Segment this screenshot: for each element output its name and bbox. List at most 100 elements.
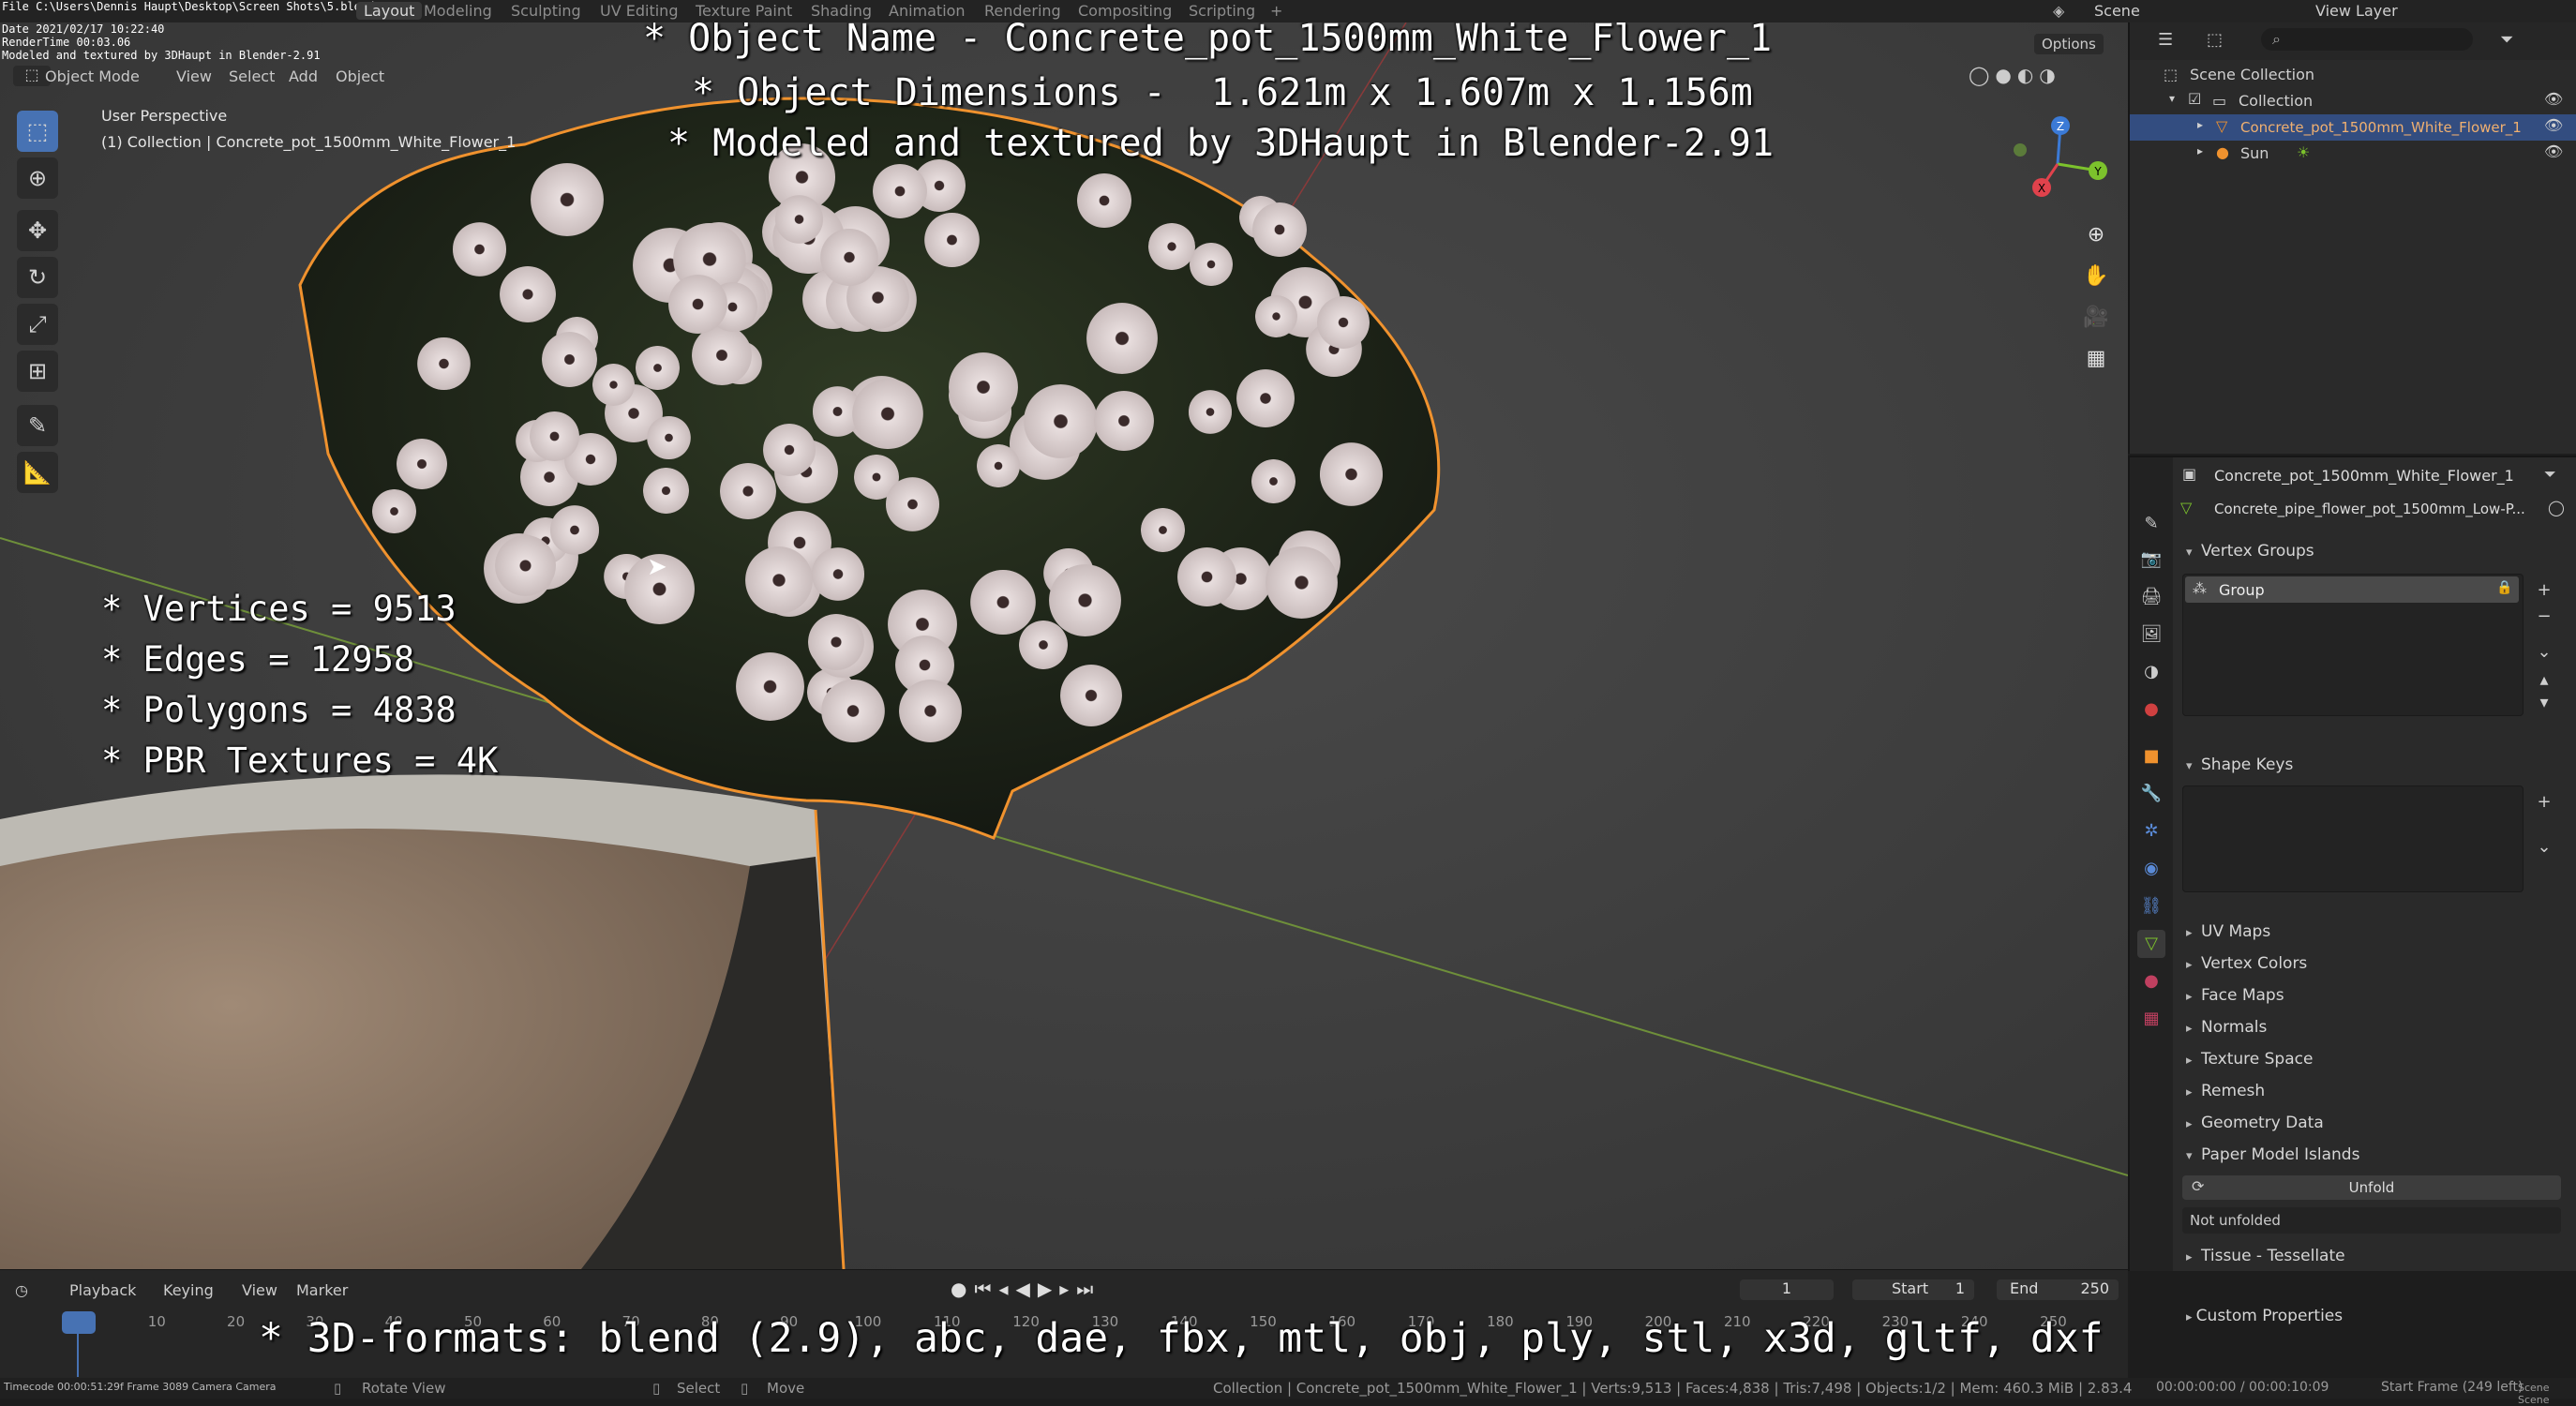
rotate-tool-icon[interactable]: ↻ bbox=[17, 257, 58, 298]
tissue-panel-header[interactable]: ▸ Tissue - Tessellate bbox=[2186, 1247, 2345, 1265]
playhead[interactable] bbox=[62, 1311, 96, 1334]
start-frame-field[interactable]: Start 1 bbox=[1852, 1279, 1974, 1300]
modifier-tab-icon[interactable]: 🔧 bbox=[2137, 780, 2165, 808]
outliner-search-input[interactable]: ⌕ bbox=[2261, 28, 2473, 51]
outliner-row-object[interactable]: ▸ ▽ Concrete_pot_1500mm_White_Flower_1 👁 bbox=[2130, 114, 2576, 141]
view-layer-tab-icon[interactable]: 🖼 bbox=[2137, 621, 2165, 649]
tab-uv-editing[interactable]: UV Editing bbox=[600, 2, 678, 20]
cursor-tool-icon[interactable]: ⊕ bbox=[17, 157, 58, 199]
object-tab-icon[interactable]: ■ bbox=[2137, 742, 2165, 770]
3d-viewport[interactable]: ⬚ Object Mode View Select Add Object Opt… bbox=[0, 22, 2128, 1269]
material-tab-icon[interactable]: ● bbox=[2137, 967, 2165, 995]
mesh-data-tab-icon[interactable]: ▽ bbox=[2137, 930, 2165, 958]
add-workspace-button[interactable]: + bbox=[1270, 2, 1282, 20]
expand-arrow-icon[interactable]: ▾ bbox=[2169, 92, 2175, 105]
outliner-editor-icon[interactable]: ☰ bbox=[2158, 30, 2173, 50]
render-tab-icon[interactable]: 📷 bbox=[2137, 546, 2165, 574]
lock-icon[interactable]: 🔒 bbox=[2496, 580, 2512, 595]
texture-space-panel-header[interactable]: ▸ Texture Space bbox=[2186, 1050, 2313, 1069]
menu-timeline-view[interactable]: View bbox=[242, 1281, 277, 1299]
vertex-colors-panel-header[interactable]: ▸ Vertex Colors bbox=[2186, 954, 2307, 973]
specials-menu-icon[interactable]: ⌄ bbox=[2533, 641, 2555, 664]
output-tab-icon[interactable]: 🖨 bbox=[2137, 583, 2165, 611]
shape-key-specials-icon[interactable]: ⌄ bbox=[2533, 836, 2555, 859]
view-layer-selector[interactable]: View Layer bbox=[2315, 2, 2398, 20]
display-mode-icon[interactable]: ⬚ bbox=[2207, 30, 2223, 50]
add-vertex-group-icon[interactable]: + bbox=[2533, 579, 2555, 602]
custom-properties-panel-header[interactable]: ▸ Custom Properties bbox=[2186, 1307, 2343, 1325]
geometry-data-panel-header[interactable]: ▸ Geometry Data bbox=[2186, 1114, 2324, 1132]
playback-controls[interactable]: ●⏮◂◀▶▸⏭ bbox=[951, 1278, 1101, 1300]
constraints-tab-icon[interactable]: ⛓ bbox=[2137, 892, 2165, 920]
grid-view-icon[interactable]: ▦ bbox=[2077, 339, 2115, 377]
outliner-row-scene-collection[interactable]: ⬚ Scene Collection bbox=[2130, 62, 2576, 88]
outliner[interactable]: ☰ ⬚ ⌕ ⏷ ⬚ Scene Collection ▾ ☑ ▭ Collect… bbox=[2128, 22, 2576, 454]
menu-object[interactable]: Object bbox=[336, 67, 384, 85]
tab-layout[interactable]: Layout bbox=[356, 2, 423, 20]
tab-texture-paint[interactable]: Texture Paint bbox=[696, 2, 792, 20]
physics-tab-icon[interactable]: ◉ bbox=[2137, 855, 2165, 883]
uv-maps-panel-header[interactable]: ▸ UV Maps bbox=[2186, 922, 2270, 941]
shading-buttons[interactable]: ◯●◐◑ bbox=[1969, 64, 2061, 86]
measure-tool-icon[interactable]: 📐 bbox=[17, 452, 58, 493]
remove-vertex-group-icon[interactable]: − bbox=[2533, 606, 2555, 628]
remesh-panel-header[interactable]: ▸ Remesh bbox=[2186, 1082, 2265, 1100]
tool-tab-icon[interactable]: ✎ bbox=[2137, 510, 2165, 538]
tab-modeling[interactable]: Modeling bbox=[424, 2, 492, 20]
filter-icon[interactable]: ⏷ bbox=[2500, 30, 2513, 50]
current-frame-field[interactable]: 1 bbox=[1740, 1279, 1834, 1300]
outliner-row-sun[interactable]: ▸ ● Sun ☀ 👁 bbox=[2130, 141, 2576, 167]
mesh-datablock-name[interactable]: Concrete_pipe_flower_pot_1500mm_Low-P... bbox=[2214, 501, 2525, 517]
paper-model-panel-header[interactable]: ▾ Paper Model Islands bbox=[2186, 1145, 2359, 1164]
menu-view[interactable]: View bbox=[176, 67, 212, 85]
scene-tab-icon[interactable]: ◑ bbox=[2137, 658, 2165, 686]
shape-keys-panel-header[interactable]: ▾ Shape Keys bbox=[2186, 755, 2293, 774]
outliner-row-collection[interactable]: ▾ ☑ ▭ Collection 👁 bbox=[2130, 88, 2576, 114]
timeline-editor-icon[interactable]: ◷ bbox=[15, 1281, 28, 1299]
mode-selector[interactable]: Object Mode bbox=[45, 67, 140, 85]
fake-user-icon[interactable]: ◯ bbox=[2548, 499, 2565, 516]
select-box-tool-icon[interactable]: ⬚ bbox=[17, 111, 58, 152]
tab-shading[interactable]: Shading bbox=[811, 2, 872, 20]
options-button[interactable]: Options bbox=[2034, 34, 2104, 54]
vertex-group-item[interactable]: ⁂ Group 🔒 bbox=[2185, 576, 2519, 603]
menu-select[interactable]: Select bbox=[229, 67, 275, 85]
camera-view-icon[interactable]: 🎥 bbox=[2077, 298, 2115, 336]
transform-tool-icon[interactable]: ⊞ bbox=[17, 351, 58, 392]
scene-icon[interactable]: ◈ bbox=[2053, 2, 2064, 20]
menu-keying[interactable]: Keying bbox=[163, 1281, 214, 1299]
visibility-eye-icon[interactable]: 👁 bbox=[2544, 116, 2563, 134]
move-down-icon[interactable]: ▾ bbox=[2533, 692, 2555, 714]
texture-tab-icon[interactable]: ▦ bbox=[2137, 1005, 2165, 1033]
zoom-icon[interactable]: ⊕ bbox=[2077, 216, 2115, 253]
scene-selector[interactable]: Scene bbox=[2094, 2, 2140, 20]
tab-compositing[interactable]: Compositing bbox=[1078, 2, 1172, 20]
pan-hand-icon[interactable]: ✋ bbox=[2077, 257, 2115, 294]
annotate-tool-icon[interactable]: ✎ bbox=[17, 405, 58, 446]
face-maps-panel-header[interactable]: ▸ Face Maps bbox=[2186, 986, 2284, 1005]
particles-tab-icon[interactable]: ✲ bbox=[2137, 817, 2165, 845]
menu-playback[interactable]: Playback bbox=[69, 1281, 136, 1299]
move-up-icon[interactable]: ▴ bbox=[2533, 669, 2555, 692]
navigation-gizmo[interactable]: Z Y X bbox=[2006, 112, 2109, 216]
tab-animation[interactable]: Animation bbox=[889, 2, 966, 20]
tab-scripting[interactable]: Scripting bbox=[1189, 2, 1255, 20]
menu-add[interactable]: Add bbox=[289, 67, 318, 85]
scale-tool-icon[interactable]: ⤢ bbox=[17, 304, 58, 345]
visibility-eye-icon[interactable]: 👁 bbox=[2544, 142, 2563, 160]
menu-marker[interactable]: Marker bbox=[296, 1281, 348, 1299]
visibility-eye-icon[interactable]: 👁 bbox=[2544, 90, 2563, 108]
world-tab-icon[interactable]: ● bbox=[2137, 696, 2165, 724]
end-frame-field[interactable]: End 250 bbox=[1997, 1279, 2119, 1300]
normals-panel-header[interactable]: ▸ Normals bbox=[2186, 1018, 2267, 1037]
pin-icon[interactable]: ⏷ bbox=[2544, 465, 2556, 484]
shape-keys-list[interactable] bbox=[2182, 785, 2524, 892]
properties-editor[interactable]: ✎ 📷 🖨 🖼 ◑ ● ■ 🔧 ✲ ◉ ⛓ ▽ ● ▦ ▣ Concrete_p… bbox=[2128, 456, 2576, 1271]
vertex-groups-panel-header[interactable]: ▾ Vertex Groups bbox=[2186, 542, 2314, 561]
expand-arrow-icon[interactable]: ▸ bbox=[2197, 144, 2203, 157]
vertex-groups-list[interactable]: ⁂ Group 🔒 bbox=[2182, 574, 2524, 716]
tab-rendering[interactable]: Rendering bbox=[984, 2, 1061, 20]
expand-arrow-icon[interactable]: ▸ bbox=[2197, 118, 2203, 131]
timeline-editor[interactable]: ◷ Playback Keying View Marker ●⏮◂◀▶▸⏭ 1 … bbox=[0, 1269, 2128, 1383]
tab-sculpting[interactable]: Sculpting bbox=[511, 2, 581, 20]
